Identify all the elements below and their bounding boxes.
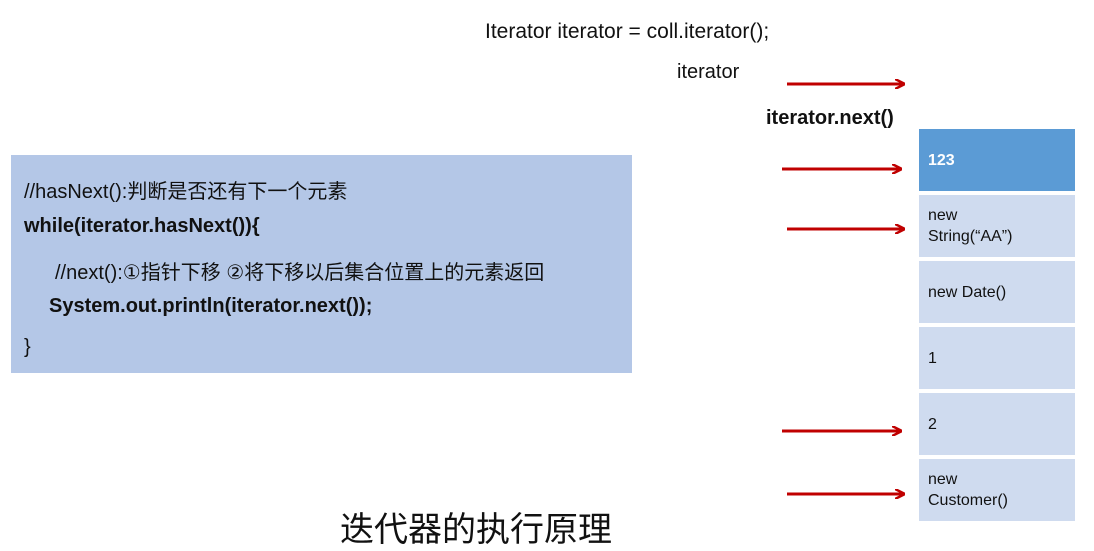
diagram-caption: 迭代器的执行原理 — [340, 510, 612, 550]
pointer-arrows — [782, 0, 1094, 551]
